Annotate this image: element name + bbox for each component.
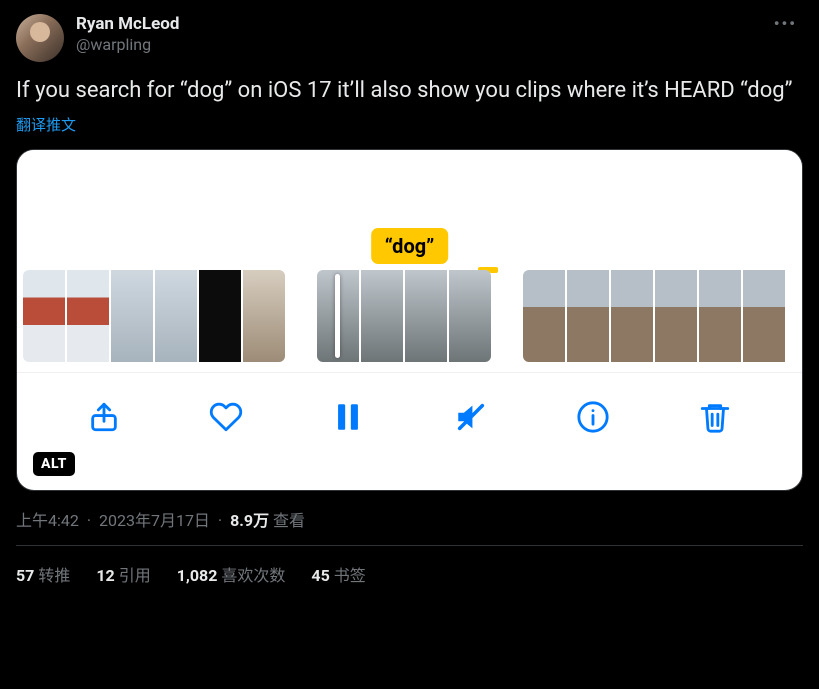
bookmarks-count: 45 [311,566,329,585]
clip-thumbnail [243,270,285,362]
retweets-label: 转推 [38,566,70,585]
share-icon[interactable] [87,400,121,434]
tweet-date[interactable]: 2023年7月17日 [99,511,210,530]
translate-link[interactable]: 翻译推文 [16,114,76,135]
tweet-container: Ryan McLeod @warpling ••• If you search … [0,0,819,586]
meta-separator: · [87,511,91,530]
clip-thumbnail [655,270,697,362]
views-label: 查看 [273,511,305,530]
caption-highlight-tag: “dog” [371,228,449,264]
clip-group-1[interactable] [23,270,285,362]
trash-icon[interactable] [698,400,732,434]
heart-icon[interactable] [209,400,243,434]
avatar[interactable] [16,14,64,62]
clip-thumbnail [199,270,241,362]
video-controls-row [17,372,802,462]
author-display-name: Ryan McLeod [76,14,768,35]
bookmarks-stat[interactable]: 45 书签 [311,562,365,586]
quotes-stat[interactable]: 12 引用 [96,562,150,586]
views-count: 8.9万 [230,511,269,530]
likes-count: 1,082 [177,566,218,585]
clip-thumbnail [699,270,741,362]
mute-icon[interactable] [454,400,488,434]
clip-group-3[interactable] [523,270,796,362]
tweet-meta-row: 上午4:42 · 2023年7月17日 · 8.9万 查看 [16,507,803,531]
more-options-button[interactable]: ••• [768,14,803,33]
clip-thumbnail [449,270,491,362]
clip-thumbnail [111,270,153,362]
video-timeline-row[interactable] [17,270,802,362]
clip-thumbnail [67,270,109,362]
alt-badge[interactable]: ALT [33,452,75,476]
ellipsis-icon: ••• [774,14,797,33]
meta-separator: · [218,511,222,530]
clip-thumbnail [361,270,403,362]
author-name-block[interactable]: Ryan McLeod @warpling [76,14,768,55]
likes-stat[interactable]: 1,082喜欢次数 [177,562,286,586]
retweets-stat[interactable]: 57转推 [16,562,70,586]
clip-thumbnail [743,270,785,362]
retweets-count: 57 [16,566,34,585]
quotes-count: 12 [96,566,114,585]
timeline-playhead[interactable] [335,274,340,358]
tweet-media-card[interactable]: “dog” [16,149,803,491]
tweet-time[interactable]: 上午4:42 [16,511,79,530]
clip-thumbnail [567,270,609,362]
info-icon[interactable] [576,400,610,434]
pause-icon[interactable] [331,400,365,434]
clip-group-2-active[interactable] [317,270,491,362]
media-top-area: “dog” [17,150,802,270]
clip-thumbnail [155,270,197,362]
tweet-text: If you search for “dog” on iOS 17 it’ll … [16,76,803,106]
clip-thumbnail [405,270,447,362]
clip-thumbnail [611,270,653,362]
likes-label: 喜欢次数 [221,566,285,585]
tweet-stats-row: 57转推 12 引用 1,082喜欢次数 45 书签 [16,546,803,586]
bookmarks-label: 书签 [334,566,366,585]
author-handle: @warpling [76,35,768,55]
tweet-header: Ryan McLeod @warpling ••• [16,14,803,62]
clip-thumbnail [523,270,565,362]
quotes-label: 引用 [119,566,151,585]
clip-thumbnail [23,270,65,362]
